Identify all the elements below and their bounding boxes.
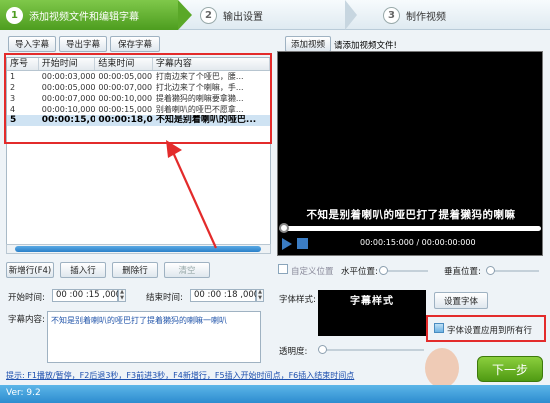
next-step-button[interactable]: 下一步 [477,356,543,382]
save-subtitle-button[interactable]: 保存字幕 [110,36,160,52]
scrollbar-thumb[interactable] [15,246,261,252]
step-chevron-icon [345,0,357,30]
add-video-button[interactable]: 添加视频 [285,36,331,52]
step-label: 制作视频 [406,11,446,23]
start-time-spinner-icon[interactable]: ▲ ▼ [118,289,126,302]
timecode-display: 00:00:15:000 / 00:00:00:000 [360,238,476,247]
import-subtitle-button[interactable]: 导入字幕 [8,36,56,52]
play-icon[interactable] [282,238,292,250]
subtitle-overlay: 不知是别着喇叭的哑巴打了提着獭犸的喇嘛 [306,209,516,221]
font-style-preview: 字幕样式 [318,290,426,336]
end-time-input[interactable]: 00 :00 :18 ,000 [190,289,259,302]
vertical-position-label: 垂直位置: [444,267,481,277]
opacity-label: 透明度: [279,347,308,357]
step-number: 1 [6,6,23,24]
step-arrow-icon [178,0,192,30]
version-label: Ver: 9.2 [6,388,41,398]
new-row-button[interactable]: 新增行(F4) [6,262,54,278]
horizontal-scrollbar[interactable] [6,244,271,254]
start-time-input[interactable]: 00 :00 :15 ,000 [52,289,121,302]
end-time-label: 结束时间: [146,293,183,303]
set-font-button[interactable]: 设置字体 [434,292,488,309]
delete-row-button[interactable]: 删除行 [112,262,158,278]
annotation-arrow-icon [166,140,218,249]
add-video-prompt: 请添加视频文件! [334,41,397,51]
step-number: 2 [200,6,217,24]
clear-button[interactable]: 清空 [164,262,210,278]
step-add-video[interactable]: 1 添加视频文件和编辑字幕 [0,0,178,30]
seek-thumb[interactable] [279,223,289,233]
opacity-slider[interactable] [322,349,424,351]
insert-row-button[interactable]: 插入行 [60,262,106,278]
font-style-label: 字体样式: [279,295,316,305]
export-subtitle-button[interactable]: 导出字幕 [59,36,107,52]
step-label: 添加视频文件和编辑字幕 [29,11,139,23]
watermark-logo-icon [425,348,459,388]
step-label: 输出设置 [223,11,263,23]
shortcut-hint: 提示: F1播放/暂停，F2后退3秒，F3前进3秒，F4新增行，F5插入开始时间… [6,371,355,380]
vertical-slider-knob[interactable] [486,266,495,275]
opacity-slider-knob[interactable] [318,345,327,354]
step-make-video[interactable]: 3 制作视频 [383,0,446,30]
wizard-steps: 1 添加视频文件和编辑字幕 2 输出设置 3 制作视频 [0,0,550,30]
custom-position-label: 自定义位置 [291,267,334,277]
apply-all-label[interactable]: 字体设置应用到所有行 [447,324,532,336]
end-time-spinner-icon[interactable]: ▲ ▼ [256,289,264,302]
stop-icon[interactable] [297,238,308,249]
subtitle-content-label: 字幕内容: [8,315,45,325]
status-bar: Ver: 9.2 [0,385,550,403]
horizontal-position-label: 水平位置: [341,267,378,277]
subtitle-content-input[interactable]: 不知是别着喇叭的哑巴打了提着獭犸的喇嘛一喇叭 [47,311,261,363]
seek-bar[interactable] [279,226,541,231]
step-number: 3 [383,6,400,24]
custom-position-checkbox[interactable] [278,264,288,274]
highlight-box [4,53,272,144]
apply-all-checkbox[interactable] [434,323,444,333]
horizontal-slider-knob[interactable] [379,266,388,275]
step-output-settings[interactable]: 2 输出设置 [200,0,263,30]
start-time-label: 开始时间: [8,293,45,303]
